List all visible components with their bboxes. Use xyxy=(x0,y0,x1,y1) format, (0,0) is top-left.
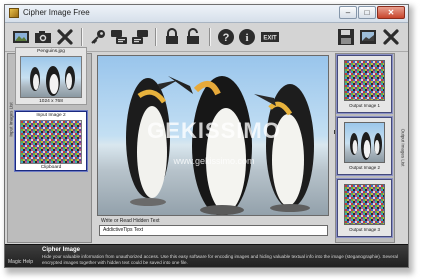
camera-button[interactable] xyxy=(33,27,53,47)
encode-button[interactable] xyxy=(109,27,129,47)
help-button[interactable]: ? xyxy=(216,27,236,47)
hidden-text-label: Write or Read Hidden Text xyxy=(101,218,160,224)
input-image-item-selected[interactable]: Input Image 2 Clipboard xyxy=(15,111,87,171)
decode-button[interactable] xyxy=(130,27,150,47)
hidden-text-input[interactable]: AddictiveTips Text xyxy=(99,225,328,236)
x-icon xyxy=(383,29,399,45)
exit-label: EXIT xyxy=(263,36,277,42)
remove-image-button[interactable] xyxy=(55,27,75,47)
close-output-button[interactable] xyxy=(381,27,401,47)
open-image-button[interactable] xyxy=(11,27,31,47)
output-image-thumbnail[interactable] xyxy=(344,60,385,101)
app-window: Cipher Image Free – □ ✕ ? i EXIT Input I… xyxy=(4,4,409,268)
save-image-icon xyxy=(360,30,376,44)
window-title: Cipher Image Free xyxy=(23,8,90,17)
encode-chat-icon xyxy=(111,30,127,44)
output-image-label: Output Image 3 xyxy=(348,227,381,232)
input-image-size: 1024 x 768 xyxy=(39,99,63,104)
output-image-item[interactable]: Output Image 1 xyxy=(337,55,392,113)
svg-text:?: ? xyxy=(223,32,230,44)
key-icon xyxy=(91,30,105,44)
x-icon xyxy=(57,29,73,45)
info-icon: i xyxy=(239,29,255,45)
input-image-name: Penguins.jpg xyxy=(37,49,65,54)
main-image-canvas[interactable]: GEKISSIMO www.gekissimo.com xyxy=(97,55,329,216)
lock-button[interactable] xyxy=(162,27,182,47)
input-image-noise-thumbnail[interactable] xyxy=(20,120,82,164)
help-description: Hide your valuable information from unau… xyxy=(42,254,398,265)
title-bar: Cipher Image Free – □ ✕ xyxy=(5,5,408,23)
output-image-thumbnail[interactable] xyxy=(344,184,385,225)
unlock-button[interactable] xyxy=(183,27,203,47)
minimize-button[interactable]: – xyxy=(339,6,357,19)
app-icon xyxy=(9,8,19,18)
input-images-list-label: Input Images List xyxy=(6,51,14,191)
close-window-button[interactable]: ✕ xyxy=(377,6,405,19)
question-icon: ? xyxy=(218,29,234,45)
svg-text:i: i xyxy=(245,32,248,44)
folder-image-icon xyxy=(13,31,29,43)
floppy-icon xyxy=(338,29,354,45)
output-image-thumbnail[interactable] xyxy=(344,122,385,163)
unlock-icon xyxy=(187,28,199,44)
output-image-item[interactable]: Output Image 3 xyxy=(337,179,392,237)
toolbar-separator xyxy=(155,28,157,46)
watermark-text: GEKISSIMO xyxy=(147,118,281,143)
lock-icon xyxy=(166,28,178,44)
exit-button[interactable]: EXIT xyxy=(260,27,280,47)
input-image-thumbnail[interactable] xyxy=(20,56,82,98)
output-images-list-label: Output Images List xyxy=(398,53,406,243)
camera-icon xyxy=(35,31,51,43)
decode-chat-icon xyxy=(132,30,148,44)
input-image-size: Clipboard xyxy=(40,165,62,170)
output-image-label: Output Image 1 xyxy=(348,103,381,108)
info-button[interactable]: i xyxy=(237,27,257,47)
input-image-name: Input Image 2 xyxy=(36,113,66,118)
toolbar-separator xyxy=(209,28,211,46)
save-button[interactable] xyxy=(336,27,356,47)
watermark-url: www.gekissimo.com xyxy=(173,156,255,166)
exit-icon: EXIT xyxy=(261,32,279,42)
output-image-label: Output Image 2 xyxy=(348,165,381,170)
magic-help-label: Magic Help xyxy=(8,259,34,265)
input-image-item[interactable]: Penguins.jpg 1024 x 768 xyxy=(15,47,87,105)
save-as-button[interactable] xyxy=(358,27,378,47)
output-image-item[interactable]: Output Image 2 xyxy=(337,117,392,175)
maximize-button[interactable]: □ xyxy=(358,6,376,19)
input-images-list-text: Input Images List xyxy=(8,102,14,137)
help-title: Cipher Image xyxy=(42,247,81,253)
output-images-list-text: Output Images List xyxy=(400,128,406,167)
magic-help-bar: Magic Help Cipher Image Hide your valuab… xyxy=(5,244,408,267)
key-button[interactable] xyxy=(88,27,108,47)
window-controls: – □ ✕ xyxy=(339,6,405,19)
toolbar-separator xyxy=(81,28,83,46)
